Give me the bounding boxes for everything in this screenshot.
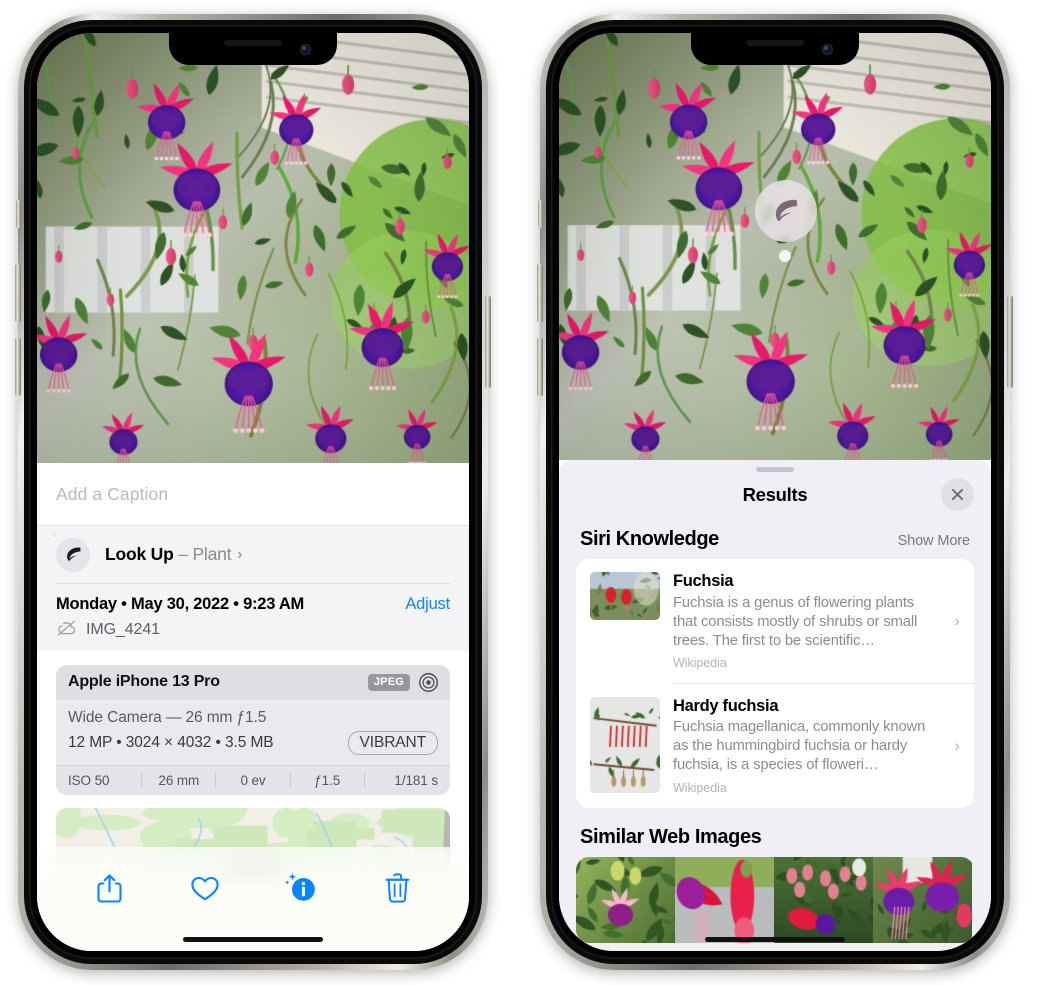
exif-header-right: JPEG xyxy=(367,672,439,693)
similar-web-images-header: Similar Web Images xyxy=(559,808,991,857)
result-description: Fuchsia is a genus of flowering plants t… xyxy=(673,594,918,649)
page-title: Results xyxy=(742,484,808,505)
result-title: Fuchsia xyxy=(673,572,734,590)
notch xyxy=(169,33,337,65)
result-body: Fuchsia Fuchsia is a genus of flowering … xyxy=(673,572,962,670)
phone-right: Results Siri Knowledge Show More Fuchsia… xyxy=(537,14,1013,970)
chevron-right-icon: › xyxy=(237,546,243,563)
screen-right: Results Siri Knowledge Show More Fuchsia… xyxy=(559,33,991,951)
result-source: Wikipedia xyxy=(673,656,727,671)
result-thumbnail xyxy=(590,696,660,793)
favorite-button[interactable] xyxy=(157,875,253,902)
siri-knowledge-header: Siri Knowledge Show More xyxy=(559,518,991,559)
speaker-icon xyxy=(746,40,804,46)
silence-switch[interactable] xyxy=(16,200,21,228)
look-up-row[interactable]: Look Up – Plant › xyxy=(46,526,450,583)
notch xyxy=(691,33,859,65)
volume-down-button[interactable] xyxy=(537,338,543,396)
result-body: Hardy fuchsia Fuchsia magellanica, commo… xyxy=(673,697,962,795)
divider xyxy=(56,583,450,584)
exif-card[interactable]: Apple iPhone 13 Pro JPEG Wide Camera — 2… xyxy=(56,664,450,795)
exif-stat-ev: 0 ev xyxy=(240,772,266,788)
similar-image-3[interactable] xyxy=(873,856,972,943)
close-icon[interactable] xyxy=(941,478,974,511)
format-badge: JPEG xyxy=(367,673,410,691)
front-camera-icon xyxy=(822,44,833,55)
file-row: IMG_4241 xyxy=(56,620,450,641)
photo-toolbar xyxy=(37,847,469,951)
look-up-text: Look Up xyxy=(105,544,174,564)
exif-stat-iso: ISO 50 xyxy=(68,772,110,788)
exif-size-row: 12 MP • 3024 × 4032 • 3.5 MB VIBRANT xyxy=(68,730,438,755)
info-button[interactable] xyxy=(253,872,349,904)
share-button[interactable] xyxy=(61,873,157,904)
speaker-icon xyxy=(224,40,282,46)
results-header: Results xyxy=(559,472,991,518)
look-up-subject: Plant xyxy=(192,544,232,564)
result-title: Hardy fuchsia xyxy=(673,696,779,715)
cloud-slash-icon xyxy=(56,620,77,641)
visual-lookup-marker[interactable] xyxy=(755,180,817,242)
exif-header: Apple iPhone 13 Pro JPEG xyxy=(56,664,450,700)
chevron-right-icon: › xyxy=(954,611,960,631)
power-button[interactable] xyxy=(485,296,491,388)
front-camera-icon xyxy=(300,44,311,55)
photo-metadata: Monday • May 30, 2022 • 9:23 AM Adjust I… xyxy=(37,583,469,651)
look-up-dash: – xyxy=(173,544,193,564)
photo-viewer[interactable] xyxy=(559,33,991,460)
look-up-label: Look Up – Plant xyxy=(105,544,232,565)
photo-viewer[interactable] xyxy=(37,33,469,463)
chevron-right-icon: › xyxy=(954,735,960,755)
lookup-band: Look Up – Plant › xyxy=(37,525,469,583)
results-sheet: Results Siri Knowledge Show More Fuchsia… xyxy=(559,460,991,951)
list-item[interactable]: Hardy fuchsia Fuchsia magellanica, commo… xyxy=(576,684,974,808)
photographic-style-badge: VIBRANT xyxy=(347,730,438,755)
similar-image-0[interactable] xyxy=(576,856,675,943)
siri-knowledge-card: Fuchsia Fuchsia is a genus of flowering … xyxy=(576,559,974,808)
exif-stat-aperture: ƒ1.5 xyxy=(314,772,341,788)
lens-info: Wide Camera — 26 mm ƒ1.5 xyxy=(68,708,267,726)
exif-stat-shutter: 1/181 s xyxy=(394,772,439,788)
caption-placeholder: Add a Caption xyxy=(56,483,169,504)
exif-body: Wide Camera — 26 mm ƒ1.5 12 MP • 3024 × … xyxy=(56,699,450,765)
sparkles-icon xyxy=(44,529,63,553)
result-thumbnail xyxy=(590,572,660,620)
phone-left: Add a Caption Look Up – Plant › Monday •… xyxy=(15,14,491,970)
photo-date: Monday • May 30, 2022 • 9:23 AM xyxy=(56,594,305,613)
leaf-icon xyxy=(46,530,90,572)
similar-image-1[interactable] xyxy=(675,856,774,943)
date-row: Monday • May 30, 2022 • 9:23 AM Adjust xyxy=(56,595,450,614)
adjust-button[interactable]: Adjust xyxy=(405,595,450,614)
list-item[interactable]: Fuchsia Fuchsia is a genus of flowering … xyxy=(576,559,974,683)
photo-filename: IMG_4241 xyxy=(86,621,160,638)
image-size-info: 12 MP • 3024 × 4032 • 3.5 MB xyxy=(68,733,274,751)
visual-lookup-dot xyxy=(779,250,791,262)
aperture-icon xyxy=(418,672,439,693)
silence-switch[interactable] xyxy=(538,200,543,228)
result-source: Wikipedia xyxy=(673,780,727,795)
section-title: Siri Knowledge xyxy=(580,528,719,550)
power-button[interactable] xyxy=(1007,296,1013,388)
result-description: Fuchsia magellanica, commonly known as t… xyxy=(673,719,926,774)
exif-stat-focal: 26 mm xyxy=(158,772,200,788)
camera-device: Apple iPhone 13 Pro xyxy=(68,673,220,690)
home-indicator xyxy=(183,937,323,942)
show-more-button[interactable]: Show More xyxy=(898,533,971,549)
screen-left: Add a Caption Look Up – Plant › Monday •… xyxy=(37,33,469,951)
similar-image-2[interactable] xyxy=(774,856,873,943)
delete-button[interactable] xyxy=(349,873,445,903)
exif-stats-row: ISO 50 26 mm 0 ev ƒ1.5 1/181 s xyxy=(56,764,450,795)
photo-info-sheet: Add a Caption Look Up – Plant › Monday •… xyxy=(37,463,469,951)
volume-down-button[interactable] xyxy=(15,338,21,396)
similar-images-row xyxy=(576,856,974,943)
volume-up-button[interactable] xyxy=(15,264,21,322)
section-title: Similar Web Images xyxy=(580,825,762,848)
home-indicator xyxy=(705,937,845,942)
volume-up-button[interactable] xyxy=(537,264,543,322)
caption-field[interactable]: Add a Caption xyxy=(37,463,469,525)
